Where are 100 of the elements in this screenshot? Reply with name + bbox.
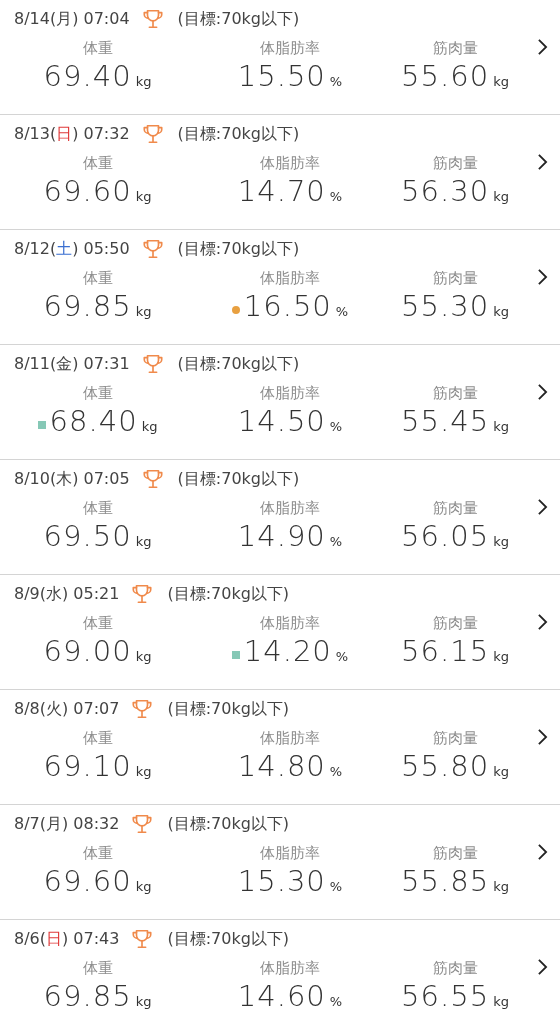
date-time: 8/13(日) 07:32 — [14, 123, 130, 145]
record-row[interactable]: 8/11(金) 07:31 (目標:70kg以下) 体重 68.40 kg 体脂肪率 14.50% 筋肉量 55.45 kg — [0, 345, 560, 460]
metric-label: 体重 — [82, 268, 113, 288]
metric-label: 体重 — [82, 38, 113, 58]
record-row[interactable]: 8/6(日) 07:43 (目標:70kg以下) 体重 69.85 kg 体脂肪率 14.60% 筋肉量 56.55 kg — [0, 920, 560, 1024]
unit-label: % — [329, 419, 343, 434]
record-row[interactable]: 8/9(水) 05:21 (目標:70kg以下) 体重 69.00 kg 体脂肪率 14.20% 筋肉量 56.15 kg — [0, 575, 560, 690]
unit-label: kg — [493, 304, 509, 319]
unit-label: kg — [493, 74, 509, 89]
goal-label: (目標:70kg以下) — [177, 8, 300, 30]
unit-label: % — [329, 994, 343, 1009]
metric-value: 55.60 — [401, 58, 490, 94]
unit-label: kg — [493, 879, 509, 894]
trophy-icon — [141, 123, 164, 145]
date-time: 8/7(月) 08:32 — [14, 813, 120, 835]
trophy-icon — [141, 238, 164, 260]
metric-label: 筋肉量 — [432, 38, 478, 58]
metric-label: 体脂肪率 — [260, 268, 320, 288]
unit-label: % — [329, 879, 343, 894]
metric-value: 55.45 — [401, 403, 490, 439]
date-time: 8/14(月) 07:04 — [14, 8, 130, 30]
metric-label: 体重 — [82, 383, 113, 403]
unit-label: kg — [135, 879, 152, 894]
metric-value: 56.55 — [401, 978, 490, 1014]
goal-label: (目標:70kg以下) — [177, 123, 300, 145]
chevron-icon — [537, 268, 548, 286]
chevron-icon — [537, 613, 548, 631]
goal-label: (目標:70kg以下) — [167, 928, 290, 950]
metric-label: 筋肉量 — [432, 383, 478, 403]
date-time: 8/10(木) 07:05 — [14, 468, 130, 490]
unit-label: % — [335, 649, 349, 664]
metric-label: 筋肉量 — [432, 958, 478, 978]
metric-value: 15.30 — [237, 863, 326, 899]
metric-value: 15.50 — [237, 58, 326, 94]
metric-value: 69.50 — [43, 518, 132, 554]
metric-value: 14.80 — [237, 748, 326, 784]
date-time: 8/12(土) 05:50 — [14, 238, 130, 260]
metric-value: 69.10 — [43, 748, 132, 784]
metric-value: 55.85 — [401, 863, 490, 899]
metric-value: 14.20 — [243, 633, 332, 669]
chevron-icon — [537, 383, 548, 401]
metric-value: 14.60 — [237, 978, 326, 1014]
chevron-icon — [537, 728, 548, 746]
record-row[interactable]: 8/8(火) 07:07 (目標:70kg以下) 体重 69.10 kg 体脂肪率 14.80% 筋肉量 55.80 kg — [0, 690, 560, 805]
metric-value: 69.60 — [43, 863, 132, 899]
date-time: 8/8(火) 07:07 — [14, 698, 120, 720]
trophy-icon — [141, 8, 164, 30]
unit-label: kg — [135, 649, 152, 664]
unit-label: kg — [135, 74, 152, 89]
unit-label: kg — [493, 534, 509, 549]
unit-label: % — [329, 189, 343, 204]
metric-label: 体重 — [82, 498, 113, 518]
trophy-icon — [141, 353, 164, 375]
goal-label: (目標:70kg以下) — [167, 813, 290, 835]
chevron-icon — [537, 38, 548, 56]
metric-value: 56.05 — [401, 518, 490, 554]
metric-label: 筋肉量 — [432, 728, 478, 748]
unit-label: kg — [135, 994, 152, 1009]
unit-label: % — [329, 764, 343, 779]
record-row[interactable]: 8/7(月) 08:32 (目標:70kg以下) 体重 69.60 kg 体脂肪率 15.30% 筋肉量 55.85 kg — [0, 805, 560, 920]
metric-value: 69.00 — [43, 633, 132, 669]
goal-label: (目標:70kg以下) — [167, 698, 290, 720]
goal-label: (目標:70kg以下) — [177, 238, 300, 260]
date-time: 8/6(日) 07:43 — [14, 928, 120, 950]
metric-label: 体重 — [82, 958, 113, 978]
metric-label: 体脂肪率 — [260, 498, 320, 518]
record-row[interactable]: 8/10(木) 07:05 (目標:70kg以下) 体重 69.50 kg 体脂肪率 14.90% 筋肉量 56.05 kg — [0, 460, 560, 575]
record-row[interactable]: 8/12(土) 05:50 (目標:70kg以下) 体重 69.85 kg 体脂肪率 16.50% 筋肉量 55.30 kg — [0, 230, 560, 345]
metric-label: 筋肉量 — [432, 268, 478, 288]
metric-label: 体脂肪率 — [260, 38, 320, 58]
chevron-icon — [537, 843, 548, 861]
metric-label: 体重 — [82, 613, 113, 633]
trophy-icon — [131, 813, 154, 835]
metric-label: 体脂肪率 — [260, 728, 320, 748]
metric-label: 体脂肪率 — [260, 958, 320, 978]
chevron-icon — [537, 153, 548, 171]
metric-value: 69.60 — [43, 173, 132, 209]
record-row[interactable]: 8/14(月) 07:04 (目標:70kg以下) 体重 69.40 kg 体脂肪率 15.50% 筋肉量 55.60 kg — [0, 0, 560, 115]
unit-label: kg — [493, 189, 509, 204]
record-row[interactable]: 8/13(日) 07:32 (目標:70kg以下) 体重 69.60 kg 体脂肪率 14.70% 筋肉量 56.30 kg — [0, 115, 560, 230]
metric-label: 体脂肪率 — [260, 153, 320, 173]
metric-value: 55.30 — [401, 288, 490, 324]
metric-value: 56.15 — [401, 633, 490, 669]
chevron-icon — [537, 498, 548, 516]
unit-label: kg — [135, 189, 152, 204]
unit-label: kg — [141, 419, 158, 434]
metric-value: 14.70 — [237, 173, 326, 209]
date-time: 8/9(水) 05:21 — [14, 583, 120, 605]
metric-value: 69.40 — [43, 58, 132, 94]
metric-label: 体重 — [82, 843, 113, 863]
goal-label: (目標:70kg以下) — [167, 583, 290, 605]
metric-value: 68.40 — [49, 403, 138, 439]
date-time: 8/11(金) 07:31 — [14, 353, 130, 375]
metric-label: 体重 — [82, 728, 113, 748]
goal-label: (目標:70kg以下) — [177, 468, 300, 490]
unit-label: kg — [135, 764, 152, 779]
unit-label: kg — [493, 764, 509, 779]
unit-label: kg — [493, 649, 509, 664]
metric-label: 筋肉量 — [432, 498, 478, 518]
metric-value: 56.30 — [401, 173, 490, 209]
